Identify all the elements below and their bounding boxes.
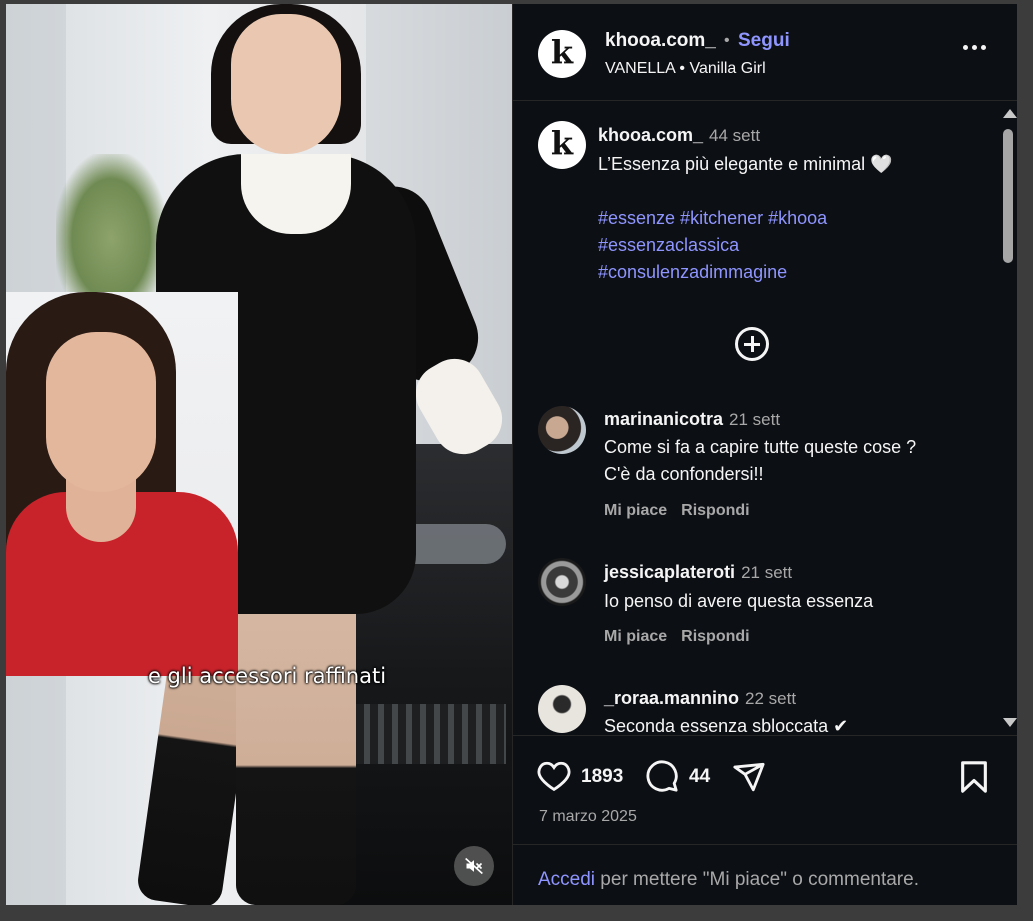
hashtag-line[interactable]: #essenzaclassica xyxy=(598,232,827,259)
comment-username[interactable]: jessicaplateroti xyxy=(604,562,735,582)
comment-line: Io penso di avere questa essenza xyxy=(604,591,874,611)
login-prompt: Accedi per mettere "Mi piace" o commenta… xyxy=(513,844,1017,905)
login-link[interactable]: Accedi xyxy=(538,869,595,890)
caption-time[interactable]: 44 sett xyxy=(709,126,760,145)
comment-username[interactable]: _roraa.mannino xyxy=(604,688,739,708)
comment-line: Come si fa a capire tutte queste cose ? xyxy=(604,437,917,457)
comment-line: C'è da confondersi!! xyxy=(604,464,764,484)
caption-hashtags: #essenze #kitchener #khooa #essenzaclass… xyxy=(598,205,827,286)
comment-line: Seconda essenza sbloccata ✔ xyxy=(604,716,849,735)
comment-actions: Mi piace Rispondi xyxy=(604,628,764,646)
avatar-letter: k xyxy=(550,33,574,71)
separator-dot: • xyxy=(724,32,730,49)
car-grill xyxy=(336,704,506,764)
avatar[interactable]: k xyxy=(538,121,586,169)
model-leg xyxy=(236,594,356,905)
post-video[interactable]: e gli accessori raffinati xyxy=(6,4,512,905)
post-sidebar: k khooa.com_ • Segui VANELLA • Vanilla G… xyxy=(512,4,1017,905)
avatar-letter: k xyxy=(550,124,574,162)
more-dot-icon xyxy=(962,44,968,50)
more-options-button[interactable] xyxy=(959,32,989,62)
avatar[interactable] xyxy=(538,406,586,454)
presenter-inset xyxy=(6,292,238,676)
load-more-comments-button[interactable] xyxy=(735,327,769,361)
more-dot-icon xyxy=(980,44,986,50)
post-header: k khooa.com_ • Segui VANELLA • Vanilla G… xyxy=(513,4,1017,101)
comment-username[interactable]: marinanicotra xyxy=(604,409,723,429)
avatar[interactable] xyxy=(538,558,586,606)
separator-dot: • xyxy=(679,60,686,77)
scrollbar-thumb[interactable] xyxy=(1003,129,1013,263)
scroll-up-arrow-icon[interactable] xyxy=(1003,109,1017,118)
caption-header: khooa.com_ 44 sett xyxy=(598,125,760,146)
mute-button[interactable] xyxy=(454,846,494,886)
hashtag-line[interactable]: #consulenzadimmagine xyxy=(598,259,827,286)
speaker-muted-icon xyxy=(465,857,483,875)
reply-button[interactable]: Rispondi xyxy=(681,628,749,645)
more-dot-icon xyxy=(971,44,977,50)
comment-time[interactable]: 21 sett xyxy=(741,563,792,582)
model-face xyxy=(231,14,341,154)
follow-button[interactable]: Segui xyxy=(738,30,790,52)
comment-count: 44 xyxy=(689,766,711,787)
header-username[interactable]: khooa.com_ xyxy=(605,30,716,52)
comment-header: marinanicotra 21 sett xyxy=(604,409,780,430)
comment-time[interactable]: 22 sett xyxy=(745,689,796,708)
comment-icon[interactable] xyxy=(645,759,679,793)
hashtag-line[interactable]: #essenze #kitchener #khooa xyxy=(598,205,827,232)
post-modal: e gli accessori raffinati k khooa.com_ •… xyxy=(6,4,1017,905)
login-prompt-text: Accedi per mettere "Mi piace" o commenta… xyxy=(538,869,919,891)
comment-time[interactable]: 21 sett xyxy=(729,410,780,429)
comment-header: _roraa.mannino 22 sett xyxy=(604,688,796,709)
audio-info[interactable]: VANELLA • Vanilla Girl xyxy=(605,60,766,78)
comment-header: jessicaplateroti 21 sett xyxy=(604,562,792,583)
presenter-face xyxy=(46,332,156,492)
comment-text: Come si fa a capire tutte queste cose ? … xyxy=(604,434,916,488)
like-comment-button[interactable]: Mi piace xyxy=(604,628,667,645)
comment-text: Seconda essenza sbloccata ✔ xyxy=(604,713,848,735)
share-icon[interactable] xyxy=(731,760,767,794)
post-date[interactable]: 7 marzo 2025 xyxy=(539,808,637,826)
post-actions: 1893 44 7 marzo 2025 Accedi per mettere … xyxy=(513,735,1017,905)
login-prompt-suffix: per mettere "Mi piace" o commentare. xyxy=(595,869,919,890)
scroll-down-arrow-icon[interactable] xyxy=(1003,718,1017,727)
comment-actions: Mi piace Rispondi xyxy=(604,502,764,520)
caption-username[interactable]: khooa.com_ xyxy=(598,125,703,145)
comments-list: k khooa.com_ 44 sett L’Essenza più elegan… xyxy=(513,101,1017,735)
video-caption: e gli accessori raffinati xyxy=(147,664,387,688)
comment-text: Io penso di avere questa essenza xyxy=(604,588,873,615)
bookmark-icon[interactable] xyxy=(959,760,989,794)
avatar[interactable] xyxy=(538,685,586,733)
like-count[interactable]: 1893 xyxy=(581,766,623,788)
caption-text: L’Essenza più elegante e minimal 🤍 xyxy=(598,154,893,174)
avatar[interactable]: k xyxy=(538,30,586,78)
comments-scrollbar[interactable] xyxy=(998,101,1017,735)
reply-button[interactable]: Rispondi xyxy=(681,502,749,519)
audio-title: Vanilla Girl xyxy=(689,60,766,77)
like-comment-button[interactable]: Mi piace xyxy=(604,502,667,519)
audio-artist: VANELLA xyxy=(605,60,675,77)
heart-icon[interactable] xyxy=(537,760,571,792)
